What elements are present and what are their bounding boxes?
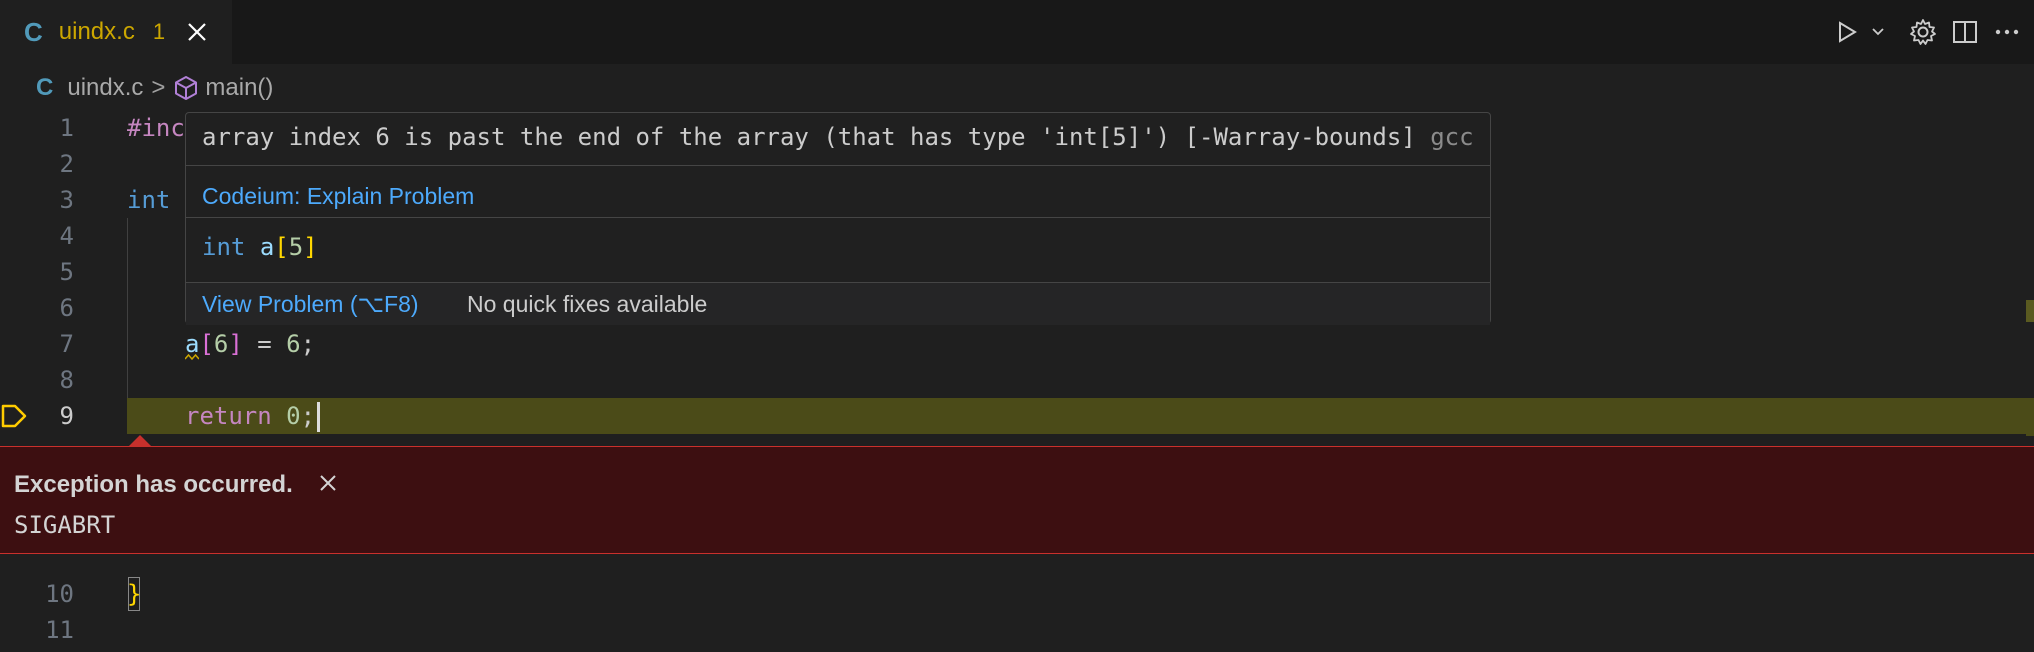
closing-brace: }: [127, 576, 141, 612]
warning-squiggle: [185, 354, 199, 360]
assign-op: =: [242, 330, 287, 358]
decl-type: int: [202, 233, 246, 261]
decl-name: a: [259, 233, 275, 261]
tab-problem-count: 1: [152, 19, 166, 44]
line-number: 1: [59, 114, 74, 142]
hover-divider: [186, 217, 1490, 218]
c-file-icon: C: [36, 74, 54, 101]
hover-divider: [186, 165, 1490, 166]
tab-bar: C uindx.c 1: [0, 0, 2034, 64]
scroll-marker: [2026, 300, 2034, 322]
code-line-8: 8: [0, 362, 2034, 398]
explain-problem-link[interactable]: Codeium: Explain Problem: [202, 183, 1506, 210]
editor-tab-uindx[interactable]: C uindx.c 1: [0, 0, 232, 64]
more-icon[interactable]: [1986, 11, 2028, 53]
bracket: ]: [228, 330, 243, 358]
code-text: #inc: [127, 114, 185, 142]
bracket: [: [199, 330, 214, 358]
code-text: a[6] = 6;: [185, 326, 315, 362]
breadcrumb-file[interactable]: uindx.c: [67, 74, 143, 102]
line-number: 9: [59, 402, 74, 430]
close-icon[interactable]: [316, 471, 340, 495]
exception-pointer: [128, 435, 152, 447]
c-file-icon: C: [24, 16, 43, 47]
exception-widget: Exception has occurred. SIGABRT: [0, 435, 2034, 554]
line-number: 3: [59, 186, 74, 214]
symbol-method-icon: [173, 75, 199, 101]
semicolon: ;: [300, 402, 316, 430]
code-text: return 0;: [185, 398, 321, 434]
no-quick-fixes-label: No quick fixes available: [467, 291, 708, 317]
value-literal: 6: [286, 330, 301, 358]
bracket: [: [274, 233, 289, 261]
line-number: 8: [59, 366, 74, 394]
index-literal: 6: [213, 330, 229, 358]
breadcrumb-symbol[interactable]: main(): [205, 74, 273, 102]
code-line-7: 7 a[6] = 6;: [0, 326, 2034, 362]
split-editor-icon[interactable]: [1944, 11, 1986, 53]
bracket: ]: [303, 233, 318, 261]
current-line-highlight: [127, 398, 2034, 434]
tab-label: uindx.c: [58, 18, 135, 45]
editor-actions: [1830, 0, 2034, 64]
problem-message: array index 6 is past the end of the arr…: [202, 123, 1506, 151]
line-number: 7: [59, 330, 74, 358]
breadcrumb: C uindx.c > main(): [0, 68, 273, 108]
exception-detail: SIGABRT: [14, 511, 116, 539]
declaration-preview: int a[5]: [202, 233, 1506, 261]
code-line-9: 9 return 0;: [0, 398, 2034, 434]
code-text: int: [127, 186, 171, 214]
code-line-10: 10 }: [0, 576, 2034, 612]
message-text: array index 6 is past the end of the arr…: [202, 123, 1416, 151]
close-icon[interactable]: [185, 20, 209, 44]
breadcrumb-separator: >: [151, 74, 166, 101]
view-problem-link[interactable]: View Problem (⌥F8): [202, 291, 419, 318]
code-line-11: 11: [0, 612, 2034, 648]
problem-hover: array index 6 is past the end of the arr…: [185, 112, 1491, 325]
scroll-marker: [2026, 400, 2034, 436]
return-value: 0: [286, 402, 301, 430]
semicolon: ;: [300, 330, 316, 358]
run-icon[interactable]: [1830, 11, 1864, 53]
text-cursor: [317, 402, 321, 432]
line-number: 2: [59, 150, 74, 178]
gear-icon[interactable]: [1902, 11, 1944, 53]
hover-status-bar: View Problem (⌥F8) No quick fixes availa…: [186, 283, 1490, 325]
return-keyword: return: [185, 402, 272, 430]
line-number: 6: [59, 294, 74, 322]
line-number: 10: [45, 580, 74, 608]
line-number: 5: [59, 258, 74, 286]
decl-size: 5: [288, 233, 304, 261]
problem-source: gcc: [1430, 123, 1474, 151]
line-number: 11: [45, 616, 74, 644]
line-number: 4: [59, 222, 74, 250]
chevron-down-icon[interactable]: [1864, 11, 1892, 53]
exception-title: Exception has occurred.: [14, 471, 293, 498]
